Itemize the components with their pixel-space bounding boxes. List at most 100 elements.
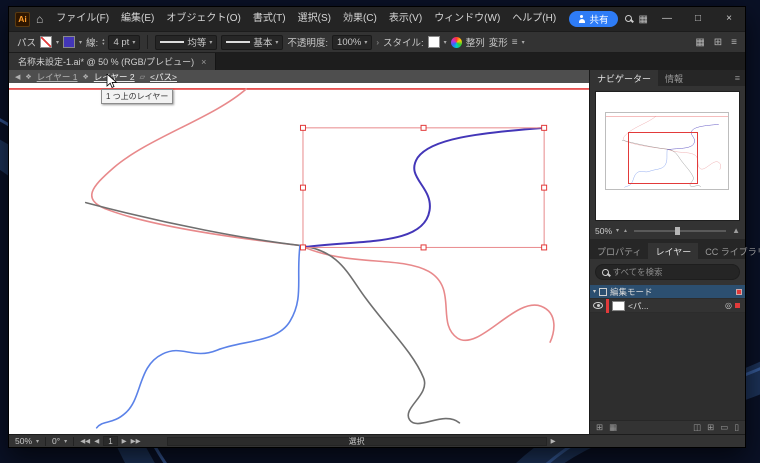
selection-handle[interactable] <box>420 124 427 131</box>
stroke-width-field[interactable]: 4 pt ▾ <box>108 34 141 50</box>
minimize-button[interactable]: — <box>655 7 679 31</box>
tab-navigator[interactable]: ナビゲーター <box>590 70 659 86</box>
opacity-label: 不透明度: <box>287 38 329 49</box>
flatten-icon[interactable]: ▦ <box>609 422 617 433</box>
menu-select[interactable]: 選択(S) <box>292 7 337 31</box>
arrange-documents-icon[interactable]: ▦ <box>695 37 704 48</box>
home-icon[interactable]: ⌂ <box>34 12 50 26</box>
target-circle-icon[interactable]: ◎ <box>725 301 732 310</box>
layers-search-field[interactable] <box>595 264 740 280</box>
first-artboard-icon[interactable]: ◀◀ <box>80 437 90 445</box>
delete-layer-icon[interactable]: ▯ <box>734 422 739 433</box>
status-rotation-value[interactable]: 0° <box>52 436 60 446</box>
brush-dropdown[interactable]: 基本 ▾ <box>221 34 284 50</box>
chevron-down-icon[interactable]: ▾ <box>593 288 596 295</box>
transform-button[interactable]: 変形 <box>489 35 508 49</box>
collect-export-icon[interactable]: ⊞ <box>596 422 603 433</box>
grid-options-icon[interactable]: ⊞ <box>714 37 722 48</box>
stroke-swatch[interactable] <box>63 36 76 48</box>
share-button[interactable]: 共有 <box>568 11 618 27</box>
status-zoom-caret-icon[interactable]: ▾ <box>36 438 39 445</box>
menu-help[interactable]: ヘルプ(H) <box>506 7 562 31</box>
search-icon[interactable] <box>624 14 632 25</box>
navigator-zoom-caret-icon[interactable]: ▾ <box>616 227 619 234</box>
tab-layers[interactable]: レイヤー <box>648 243 699 259</box>
layers-row-edit-mode[interactable]: ▾ 編集モード <box>590 285 745 299</box>
status-zoom-value[interactable]: 50% <box>15 436 32 446</box>
layers-row-path[interactable]: <パ... ◎ <box>590 298 745 313</box>
close-button[interactable]: × <box>717 7 741 31</box>
stroke-width-value: 4 pt <box>113 36 130 48</box>
navigator-thumbnail[interactable] <box>595 91 740 221</box>
navigator-view-rectangle[interactable] <box>628 132 698 184</box>
tab-cc-libraries[interactable]: CC ライブラリ <box>698 243 760 259</box>
menu-object[interactable]: オブジェクト(O) <box>160 7 246 31</box>
menu-effect[interactable]: 効果(C) <box>337 7 383 31</box>
layer-thumbnail[interactable] <box>612 300 625 311</box>
selected-art-indicator[interactable] <box>735 303 740 308</box>
tab-close-icon[interactable]: × <box>201 57 206 67</box>
navigator-panel: 50% ▾ ▲ ▲ <box>590 86 745 239</box>
menu-type[interactable]: 書式(T) <box>247 7 292 31</box>
panel-menu-icon[interactable]: ≡ <box>730 70 745 86</box>
panels-tab-bar: プロパティ レイヤー CC ライブラリ <box>590 243 760 259</box>
stroke-caret-icon[interactable]: ▾ <box>79 39 82 46</box>
zoom-slider-thumb[interactable] <box>675 226 681 235</box>
selection-handle[interactable] <box>541 244 548 251</box>
style-label: スタイル: <box>383 38 424 49</box>
selection-handle[interactable] <box>299 184 306 191</box>
tab-info[interactable]: 情報 <box>658 70 690 86</box>
canvas[interactable] <box>9 83 589 434</box>
new-layer-icon[interactable]: ▭ <box>720 422 728 433</box>
fill-caret-icon[interactable]: ▾ <box>56 39 59 46</box>
tab-properties[interactable]: プロパティ <box>590 243 648 259</box>
menu-view[interactable]: 表示(V) <box>383 7 428 31</box>
maximize-button[interactable]: □ <box>686 7 710 31</box>
opacity-field[interactable]: 100% ▾ <box>332 34 373 50</box>
panel-options-icon[interactable]: ≡ <box>512 37 518 48</box>
stroke-stepper-icon[interactable]: ▴ ▾ <box>102 37 104 47</box>
navigator-zoom-value[interactable]: 50% <box>595 226 612 236</box>
menu-file[interactable]: ファイル(F) <box>50 7 115 31</box>
status-rotation-caret-icon[interactable]: ▾ <box>64 438 67 445</box>
style-swatch[interactable] <box>427 36 440 48</box>
canvas-artwork[interactable] <box>9 83 589 434</box>
workspace-grid-icon[interactable]: ▦ <box>639 14 648 25</box>
zoom-slider[interactable] <box>633 226 727 235</box>
tooltip: 1 つ上のレイヤー <box>101 89 174 104</box>
zoom-out-icon[interactable]: ▲ <box>623 228 628 234</box>
opacity-more-icon[interactable]: › <box>376 38 379 47</box>
status-expand-icon[interactable]: ▶ <box>551 437 556 445</box>
menu-window[interactable]: ウィンドウ(W) <box>428 7 506 31</box>
selection-handle[interactable] <box>541 124 548 131</box>
back-arrow-icon[interactable]: ◀ <box>15 73 20 81</box>
zoom-in-icon[interactable]: ▲ <box>732 226 740 235</box>
selection-handle[interactable] <box>299 124 306 131</box>
list-options-icon[interactable]: ≡ <box>731 37 737 48</box>
visibility-eye-icon[interactable] <box>593 302 603 309</box>
make-mask-icon[interactable]: ◫ <box>693 422 701 433</box>
prev-artboard-icon[interactable]: ◀ <box>94 437 99 445</box>
search-icon <box>602 268 609 276</box>
recolor-artwork-icon[interactable] <box>450 36 462 48</box>
selection-handle[interactable] <box>299 244 306 251</box>
stroke-width-caret-icon[interactable]: ▾ <box>132 39 135 46</box>
selection-handle[interactable] <box>420 244 427 251</box>
menu-edit[interactable]: 編集(E) <box>115 7 160 31</box>
align-button[interactable]: 整列 <box>466 35 485 49</box>
breadcrumb-path[interactable]: <パス> <box>150 71 177 83</box>
search-input[interactable] <box>612 267 733 277</box>
next-artboard-icon[interactable]: ▶ <box>122 437 127 445</box>
selection-handle[interactable] <box>541 184 548 191</box>
last-artboard-icon[interactable]: ▶▶ <box>131 437 141 445</box>
width-profile-dropdown[interactable]: 均等 ▾ <box>155 34 218 50</box>
artboard-number-field[interactable]: 1 <box>103 436 118 446</box>
new-sublayer-icon[interactable]: ⊞ <box>707 422 714 433</box>
style-caret-icon[interactable]: ▾ <box>444 39 447 46</box>
fill-swatch[interactable] <box>40 36 53 48</box>
panel-options-caret-icon[interactable]: ▾ <box>522 39 525 46</box>
document-tab[interactable]: 名称未設定-1.ai* @ 50 % (RGB/プレビュー) × <box>9 53 217 70</box>
app-logo-icon[interactable]: Ai <box>15 11 30 27</box>
breadcrumb-layer1[interactable]: レイヤー 1 <box>37 71 78 83</box>
edit-mode-icon <box>599 287 608 296</box>
